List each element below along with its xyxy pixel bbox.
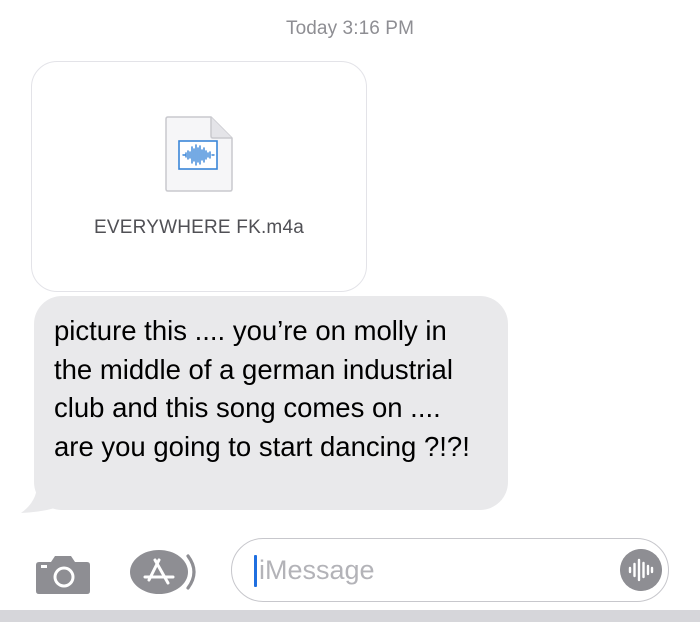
messages-screen: Today 3:16 PM EVERYWHERE FK.m4a picture …	[0, 0, 700, 622]
camera-icon[interactable]	[35, 553, 91, 595]
app-store-icon[interactable]	[128, 548, 204, 596]
imessage-input[interactable]: iMessage	[231, 538, 669, 602]
message-composer: iMessage	[0, 530, 700, 622]
audio-attachment[interactable]: EVERYWHERE FK.m4a	[31, 61, 367, 292]
input-placeholder: iMessage	[259, 555, 375, 585]
received-message-bubble[interactable]: picture this .... you’re on molly in the…	[34, 296, 508, 510]
text-cursor	[254, 555, 257, 587]
audio-waveform-icon[interactable]	[620, 549, 662, 591]
audio-file-icon	[165, 116, 233, 192]
keyboard-edge	[0, 610, 700, 622]
received-message-text: picture this .... you’re on molly in the…	[54, 315, 470, 462]
attachment-file-name: EVERYWHERE FK.m4a	[94, 217, 304, 238]
message-timestamp: Today 3:16 PM	[285, 18, 415, 39]
